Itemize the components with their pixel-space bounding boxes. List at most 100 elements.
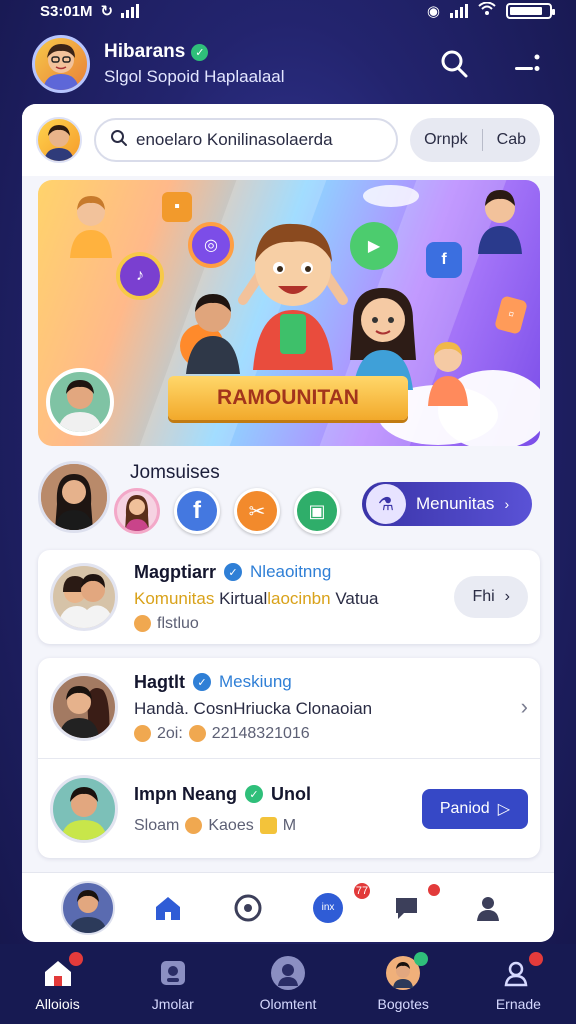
item-desc-end: Vatua — [335, 588, 379, 608]
tab-profile-avatar[interactable] — [48, 880, 128, 935]
messages-icon[interactable] — [368, 881, 448, 922]
battery-level — [510, 7, 542, 15]
banner-character-boy — [186, 294, 240, 374]
item-desc: Kirtual — [219, 588, 268, 608]
messages-badge — [426, 881, 442, 898]
bottom-nav-label: Olomtent — [259, 996, 317, 1012]
bottom-nav-market[interactable]: Jmolar — [115, 944, 230, 1024]
notification-dot — [68, 952, 83, 966]
facebook-icon: f — [426, 242, 462, 278]
communities-button[interactable]: ⚗ Menunitas › — [362, 482, 532, 526]
banner-character-small — [428, 342, 468, 406]
list-item[interactable]: Magptiarr ✓ Nleaoitnng Komunitas Kirtual… — [38, 550, 540, 644]
chevron-right-icon: › — [504, 496, 510, 512]
verified-icon: ✓ — [193, 673, 211, 691]
item-name: Impn Neang — [134, 783, 238, 804]
profile-icon[interactable] — [448, 894, 528, 922]
item-name: Magptiarr — [134, 561, 217, 582]
notification-dot — [529, 952, 544, 966]
flask-icon: ⚗ — [366, 484, 406, 524]
tools-icon[interactable]: ✂ — [234, 488, 280, 534]
header-subtitle: Slgol Sopoid Haplaalaal — [104, 67, 285, 86]
home-icon[interactable] — [128, 894, 208, 922]
item-sub: Sloam — [134, 816, 180, 834]
chevron-right-icon[interactable]: › — [521, 694, 528, 720]
item-primary-button[interactable]: Paniod ▷ — [421, 789, 528, 829]
profile-avatar[interactable] — [32, 35, 90, 93]
item-sub: flstluo — [157, 614, 199, 632]
item-action-label: Fhi — [472, 588, 495, 605]
facebook-icon[interactable]: f — [174, 488, 220, 534]
bottom-nav-account[interactable]: Ernade — [461, 944, 576, 1024]
arrow-right-icon: ▷ — [497, 801, 510, 818]
list-item[interactable]: Impn Neang ✓ Unol Sloam Kaoes M Paniod ▷ — [38, 760, 540, 858]
item-tag: Komunitas — [134, 588, 215, 608]
inner-tab-bar: inx 77 — [22, 872, 554, 942]
location-icon: ◉ — [426, 3, 440, 20]
communities-button-label: Menunitas — [416, 494, 495, 513]
bottom-nav-friends[interactable]: Bogotes — [346, 944, 461, 1024]
feed-card: Hagtlt ✓ Meskiung Handà. CosnHriucka Clo… — [38, 658, 540, 858]
bag-icon: ▪ — [162, 192, 192, 222]
group-icon — [259, 817, 277, 834]
item-action-button[interactable]: Fhi › — [454, 576, 528, 618]
user-small-icon — [188, 725, 206, 742]
segment-left-button[interactable]: Ornpk — [410, 131, 482, 149]
item-avatar — [50, 775, 118, 843]
item-meta: Unol — [271, 783, 312, 804]
search-placeholder: enoelaro Konilinasolaerda — [136, 130, 333, 149]
sync-icon: ↻ — [100, 3, 114, 20]
status-time: S3:01M — [40, 2, 93, 20]
item-sub-2: 22148321016 — [211, 724, 310, 742]
item-avatar — [50, 673, 118, 741]
banner-ribbon: RAMOUNITAN — [148, 376, 428, 420]
explore-icon[interactable] — [208, 893, 288, 923]
banner-character-right — [478, 190, 522, 254]
signal-icon — [121, 4, 140, 18]
bottom-nav-home[interactable]: Alloiois — [0, 944, 115, 1024]
cell-signal-icon — [450, 4, 468, 18]
wifi-icon — [478, 1, 496, 20]
community-banner[interactable]: ♪ ◎ ▶ f ◌ ▪ ▫ — [38, 180, 540, 446]
user-small-icon — [134, 615, 151, 632]
search-icon — [110, 129, 128, 152]
search-input[interactable]: enoelaro Konilinasolaerda — [94, 118, 399, 162]
more-icon[interactable] — [512, 48, 544, 80]
search-row: enoelaro Konilinasolaerda Ornpk Cab — [22, 104, 554, 176]
banner-character-girl — [350, 288, 416, 390]
friends-icon — [386, 952, 429, 990]
main-card: enoelaro Konilinasolaerda Ornpk Cab ♪ ◎ … — [22, 104, 554, 942]
list-item[interactable]: Hagtlt ✓ Meskiung Handà. CosnHriucka Clo… — [38, 658, 540, 756]
user-small-icon — [185, 817, 203, 834]
battery-icon — [506, 3, 555, 19]
account-icon — [501, 952, 544, 990]
stories-section: Jomsuises f ✂ ▣ ⚗ Menunitas › — [38, 454, 540, 540]
story-avatar[interactable] — [114, 488, 160, 534]
bottom-nav-community[interactable]: Olomtent — [230, 944, 345, 1024]
banner-avatar[interactable] — [46, 368, 114, 436]
story-avatar-main[interactable] — [38, 461, 110, 533]
community-icon — [271, 956, 305, 990]
tablet-icon: ▫ — [494, 295, 528, 335]
item-name: Hagtlt — [134, 671, 185, 692]
segment-right-button[interactable]: Cab — [483, 131, 540, 149]
app-header: Hibarans ✓ Slgol Sopoid Haplaalaal — [0, 26, 576, 102]
chevron-right-icon: › — [504, 588, 510, 605]
bottom-nav-label: Bogotes — [377, 996, 429, 1012]
bottom-nav-label: Ernade — [495, 996, 541, 1012]
header-title: Hibarans — [104, 41, 186, 62]
music-icon: ♪ — [116, 252, 164, 300]
filter-segment: Ornpk Cab — [410, 118, 540, 162]
item-tag-2: laocinbn — [267, 588, 331, 608]
bottom-nav-label: Alloiois — [35, 996, 80, 1012]
notification-icon[interactable]: inx 77 — [288, 880, 372, 923]
bottom-nav: Alloiois Jmolar Olomtent Bogotes Ernade — [0, 944, 576, 1024]
user-avatar[interactable] — [36, 117, 82, 163]
market-icon — [156, 956, 190, 990]
item-avatar — [50, 563, 118, 631]
status-bar: S3:01M ↻ ◉ — [0, 0, 576, 22]
verified-icon: ✓ — [191, 43, 209, 61]
search-icon[interactable] — [438, 48, 470, 80]
chat-icon[interactable]: ▣ — [294, 488, 340, 534]
bottom-nav-label: Jmolar — [151, 996, 194, 1012]
